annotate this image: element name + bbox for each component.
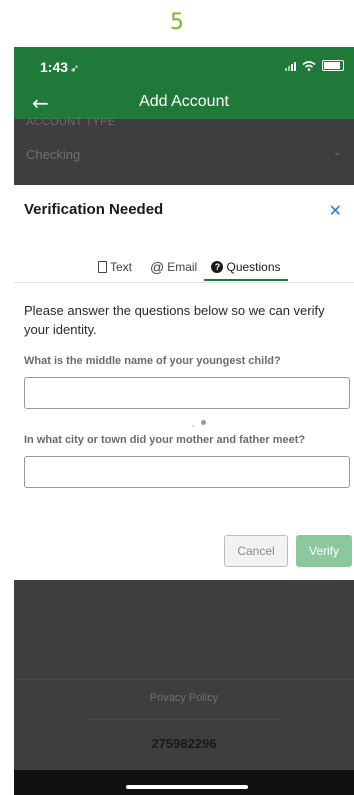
verification-tabs: Text @ Email ? Questions [14,253,354,281]
tab-questions-label: Questions [226,260,281,274]
question-icon: ? [211,261,224,273]
routing-number: 275982296 [151,736,217,751]
instructions-text: Please answer the questions below so we … [24,303,325,337]
question-2-label: In what city or town did your mother and… [24,434,306,446]
account-type-field: ACCOUNT TYPE Checking ⌄ [14,116,354,185]
status-icons [285,60,344,71]
battery-icon [322,60,344,71]
question-1-answer-input[interactable] [24,377,350,409]
footer-divider [14,679,354,680]
active-tab-indicator [204,279,288,281]
step-number: 5 [170,10,184,35]
question-1-label: What is the middle name of your youngest… [24,355,281,367]
location-icon: ➶ [70,63,80,75]
privacy-policy-link[interactable]: Privacy Policy [14,692,354,704]
question-2-answer-input[interactable] [24,456,350,488]
signal-icon [285,61,296,71]
tab-text-label: Text [110,260,133,274]
at-sign-icon: @ [150,259,165,275]
status-time: 1:43 ➶ [40,59,79,75]
nav-bar: ← Add Account [14,87,354,119]
modal-title: Verification Needed [24,201,164,218]
status-bar: 1:43 ➶ [14,47,354,87]
tabs-divider [14,282,354,283]
phone-screen: 1:43 ➶ ← Add Account ACCOUNT TYPE Checkin… [14,47,354,795]
page-title: Add Account [139,93,229,110]
chevron-down-icon: ⌄ [332,146,342,158]
wifi-icon [302,60,316,71]
page-dot [201,420,206,425]
home-indicator[interactable] [126,785,248,789]
account-type-value: Checking [26,147,81,162]
page-dot-small [192,425,194,427]
account-type-label: ACCOUNT TYPE [26,116,116,128]
verification-modal: Verification Needed ✕ Text @ Email ? Que… [14,185,354,580]
footer-separator [84,719,284,720]
phone-icon [98,261,107,273]
bottom-bar [14,770,354,795]
tab-questions[interactable]: ? Questions [204,253,288,281]
status-time-text: 1:43 [40,59,69,75]
verify-button[interactable]: Verify [296,535,352,567]
tab-text[interactable]: Text [98,253,132,281]
tab-email[interactable]: @ Email [150,253,197,281]
tab-email-label: Email [167,260,198,274]
close-icon[interactable]: ✕ [329,201,342,220]
cancel-button[interactable]: Cancel [224,535,288,567]
